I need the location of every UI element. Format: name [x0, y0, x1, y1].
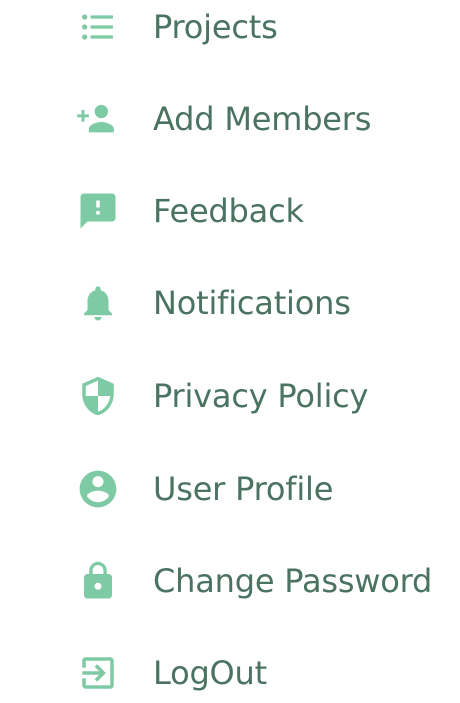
list-icon [76, 5, 120, 49]
person-add-icon [76, 97, 120, 141]
menu-item-privacy-policy[interactable]: Privacy Policy [0, 366, 460, 426]
menu-item-add-members[interactable]: Add Members [0, 89, 460, 149]
menu-item-change-password[interactable]: Change Password [0, 551, 460, 611]
menu-item-label: Notifications [153, 284, 351, 322]
menu-item-label: LogOut [153, 654, 267, 692]
navigation-menu: Projects Add Members Feedback Notificati… [0, 0, 460, 694]
feedback-icon [76, 189, 120, 233]
menu-item-projects[interactable]: Projects [0, 0, 460, 57]
menu-item-user-profile[interactable]: User Profile [0, 459, 460, 519]
shield-icon [76, 374, 120, 418]
lock-icon [76, 559, 120, 603]
menu-item-label: Privacy Policy [153, 377, 369, 415]
menu-item-label: Add Members [153, 100, 372, 138]
bell-icon [76, 281, 120, 325]
menu-item-label: Feedback [153, 192, 304, 230]
menu-item-logout[interactable]: LogOut [0, 643, 460, 703]
menu-item-label: User Profile [153, 470, 334, 508]
logout-icon [76, 651, 120, 695]
menu-item-label: Change Password [153, 562, 433, 600]
menu-item-feedback[interactable]: Feedback [0, 181, 460, 241]
account-circle-icon [76, 467, 120, 511]
menu-item-label: Projects [153, 8, 278, 46]
menu-item-notifications[interactable]: Notifications [0, 273, 460, 333]
